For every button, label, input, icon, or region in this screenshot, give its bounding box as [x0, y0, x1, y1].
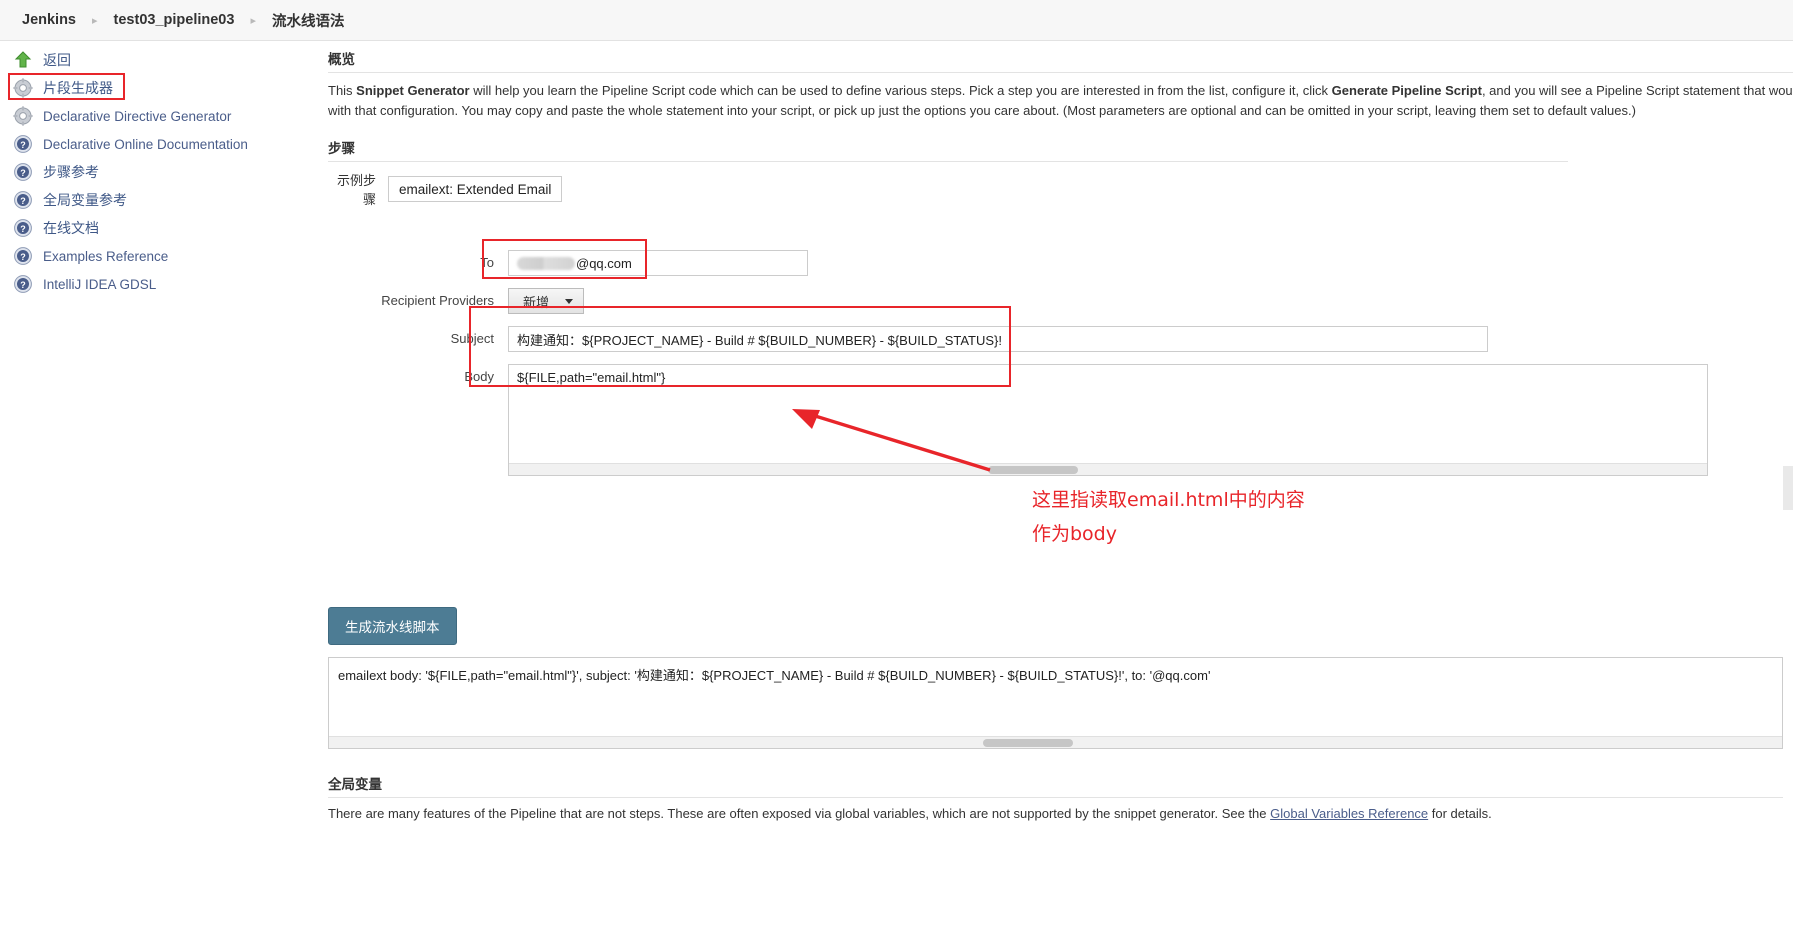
sidebar-item-label: 全局变量参考 [43, 192, 127, 208]
breadcrumb-item-pipeline-syntax[interactable]: 流水线语法 [272, 10, 345, 31]
breadcrumb-item-job[interactable]: test03_pipeline03 [114, 12, 235, 28]
svg-text:?: ? [20, 168, 26, 178]
help-icon: ? [12, 189, 34, 211]
steps-title: 步骤 [328, 137, 1568, 162]
to-input[interactable]: @qq.com [508, 250, 808, 276]
sidebar-item-label: 步骤参考 [43, 164, 99, 180]
scrollbar-thumb[interactable] [982, 739, 1073, 747]
redacted-email-user [517, 256, 575, 270]
svg-text:?: ? [20, 224, 26, 234]
subject-label: Subject [450, 331, 494, 346]
sidebar-item-back[interactable]: 返回 [0, 46, 320, 74]
sample-step-select[interactable]: emailext: Extended Email [388, 176, 563, 202]
generated-script-text: emailext body: '${FILE,path="email.html"… [338, 668, 1211, 683]
sample-step-label: 示例步骤 [336, 173, 376, 207]
overview-paragraph: This Snippet Generator will help you lea… [328, 81, 1793, 121]
annotation-text-line1: 这里指读取email.html中的内容 [1032, 489, 1305, 511]
global-variables-reference-link[interactable]: Global Variables Reference [1270, 806, 1428, 821]
sidebar-item-label: Declarative Directive Generator [43, 108, 232, 124]
sidebar-item-label: 片段生成器 [43, 80, 113, 96]
subject-input[interactable]: 构建通知：${PROJECT_NAME} - Build # ${BUILD_N… [508, 326, 1488, 352]
breadcrumb-item-jenkins[interactable]: Jenkins [22, 12, 76, 28]
body-label: Body [464, 369, 494, 384]
sidebar-item-label: 在线文档 [43, 220, 99, 236]
add-recipient-provider-button[interactable]: 新增 [508, 288, 585, 314]
up-arrow-icon [12, 49, 34, 71]
svg-text:?: ? [20, 252, 26, 262]
sidebar-item-label: Examples Reference [43, 248, 169, 264]
svg-text:?: ? [20, 280, 26, 290]
sidebar-item-intellij-idea-gdsl[interactable]: ? IntelliJ IDEA GDSL [0, 270, 320, 298]
breadcrumb-separator-icon [92, 14, 98, 27]
svg-text:?: ? [20, 140, 26, 150]
scrollbar-thumb[interactable] [988, 466, 1079, 474]
add-button-label: 新增 [523, 294, 550, 310]
sidebar-item-label: IntelliJ IDEA GDSL [43, 276, 157, 292]
chevron-down-icon [565, 298, 574, 304]
to-row: To @qq.com [328, 250, 1793, 276]
sidebar-item-online-documentation[interactable]: ? 在线文档 [0, 214, 320, 242]
sidebar-item-label: Declarative Online Documentation [43, 136, 248, 152]
body-textarea-value: ${FILE,path="email.html"} [517, 370, 666, 385]
body-row: Body ${FILE,path="email.html"} [328, 364, 1793, 476]
overview-bold-snippet-generator: Snippet Generator [356, 83, 470, 98]
help-icon: ? [12, 217, 34, 239]
sample-step-row: 示例步骤 emailext: Extended Email [328, 170, 1793, 208]
help-icon: ? [12, 161, 34, 183]
annotation-text-line2: 作为body [1032, 523, 1117, 545]
steps-section: 步骤 示例步骤 emailext: Extended Email [328, 137, 1793, 208]
to-input-value: @qq.com [576, 255, 632, 271]
emailext-form: To @qq.com Recipient Providers 新增 Subjec… [328, 250, 1793, 476]
sidebar-item-declarative-online-documentation[interactable]: ? Declarative Online Documentation [0, 130, 320, 158]
jenkins-pipeline-syntax-page: Jenkins test03_pipeline03 流水线语法 返回 [0, 0, 1793, 935]
help-icon: ? [12, 245, 34, 267]
generated-script-output[interactable]: emailext body: '${FILE,path="email.html"… [328, 657, 1783, 749]
to-label: To [480, 255, 494, 270]
sidebar-item-label: 返回 [43, 52, 71, 68]
recipient-providers-row: Recipient Providers 新增 [328, 288, 1793, 314]
global-variables-paragraph: There are many features of the Pipeline … [328, 806, 1793, 821]
sidebar: 返回 片段生成器 Declarative Directive Generator… [0, 46, 320, 298]
sidebar-item-declarative-directive-generator[interactable]: Declarative Directive Generator [0, 102, 320, 130]
svg-text:?: ? [20, 196, 26, 206]
script-horizontal-scrollbar[interactable] [329, 736, 1782, 748]
sidebar-item-step-reference[interactable]: ? 步骤参考 [0, 158, 320, 186]
body-horizontal-scrollbar[interactable] [509, 463, 1707, 475]
recipient-providers-label: Recipient Providers [381, 293, 494, 308]
globals-text-1: There are many features of the Pipeline … [328, 806, 1271, 821]
body-textarea[interactable]: ${FILE,path="email.html"} [508, 364, 1708, 476]
gear-icon [12, 77, 34, 99]
page-scrollbar[interactable] [1783, 466, 1793, 510]
overview-bold-generate-pipeline-script: Generate Pipeline Script [1331, 83, 1482, 98]
gear-icon [12, 105, 34, 127]
main-content: 概览 This Snippet Generator will help you … [328, 48, 1793, 488]
sidebar-item-global-variable-reference[interactable]: ? 全局变量参考 [0, 186, 320, 214]
overview-text-2: will help you learn the Pipeline Script … [469, 83, 1332, 98]
generate-pipeline-script-button[interactable]: 生成流水线脚本 [328, 607, 457, 645]
overview-text-1: This [328, 83, 357, 98]
global-variables-section: 全局变量 There are many features of the Pipe… [328, 773, 1793, 821]
breadcrumb: Jenkins test03_pipeline03 流水线语法 [0, 0, 1793, 41]
overview-title: 概览 [328, 48, 1793, 73]
sidebar-item-examples-reference[interactable]: ? Examples Reference [0, 242, 320, 270]
help-icon: ? [12, 133, 34, 155]
generate-section: 生成流水线脚本 emailext body: '${FILE,path="ema… [328, 607, 1793, 821]
global-variables-title: 全局变量 [328, 773, 1783, 798]
sidebar-item-snippet-generator[interactable]: 片段生成器 [0, 74, 320, 102]
help-icon: ? [12, 273, 34, 295]
globals-text-2: for details. [1428, 806, 1492, 821]
breadcrumb-separator-icon [250, 14, 256, 27]
subject-row: Subject 构建通知：${PROJECT_NAME} - Build # $… [328, 326, 1793, 352]
